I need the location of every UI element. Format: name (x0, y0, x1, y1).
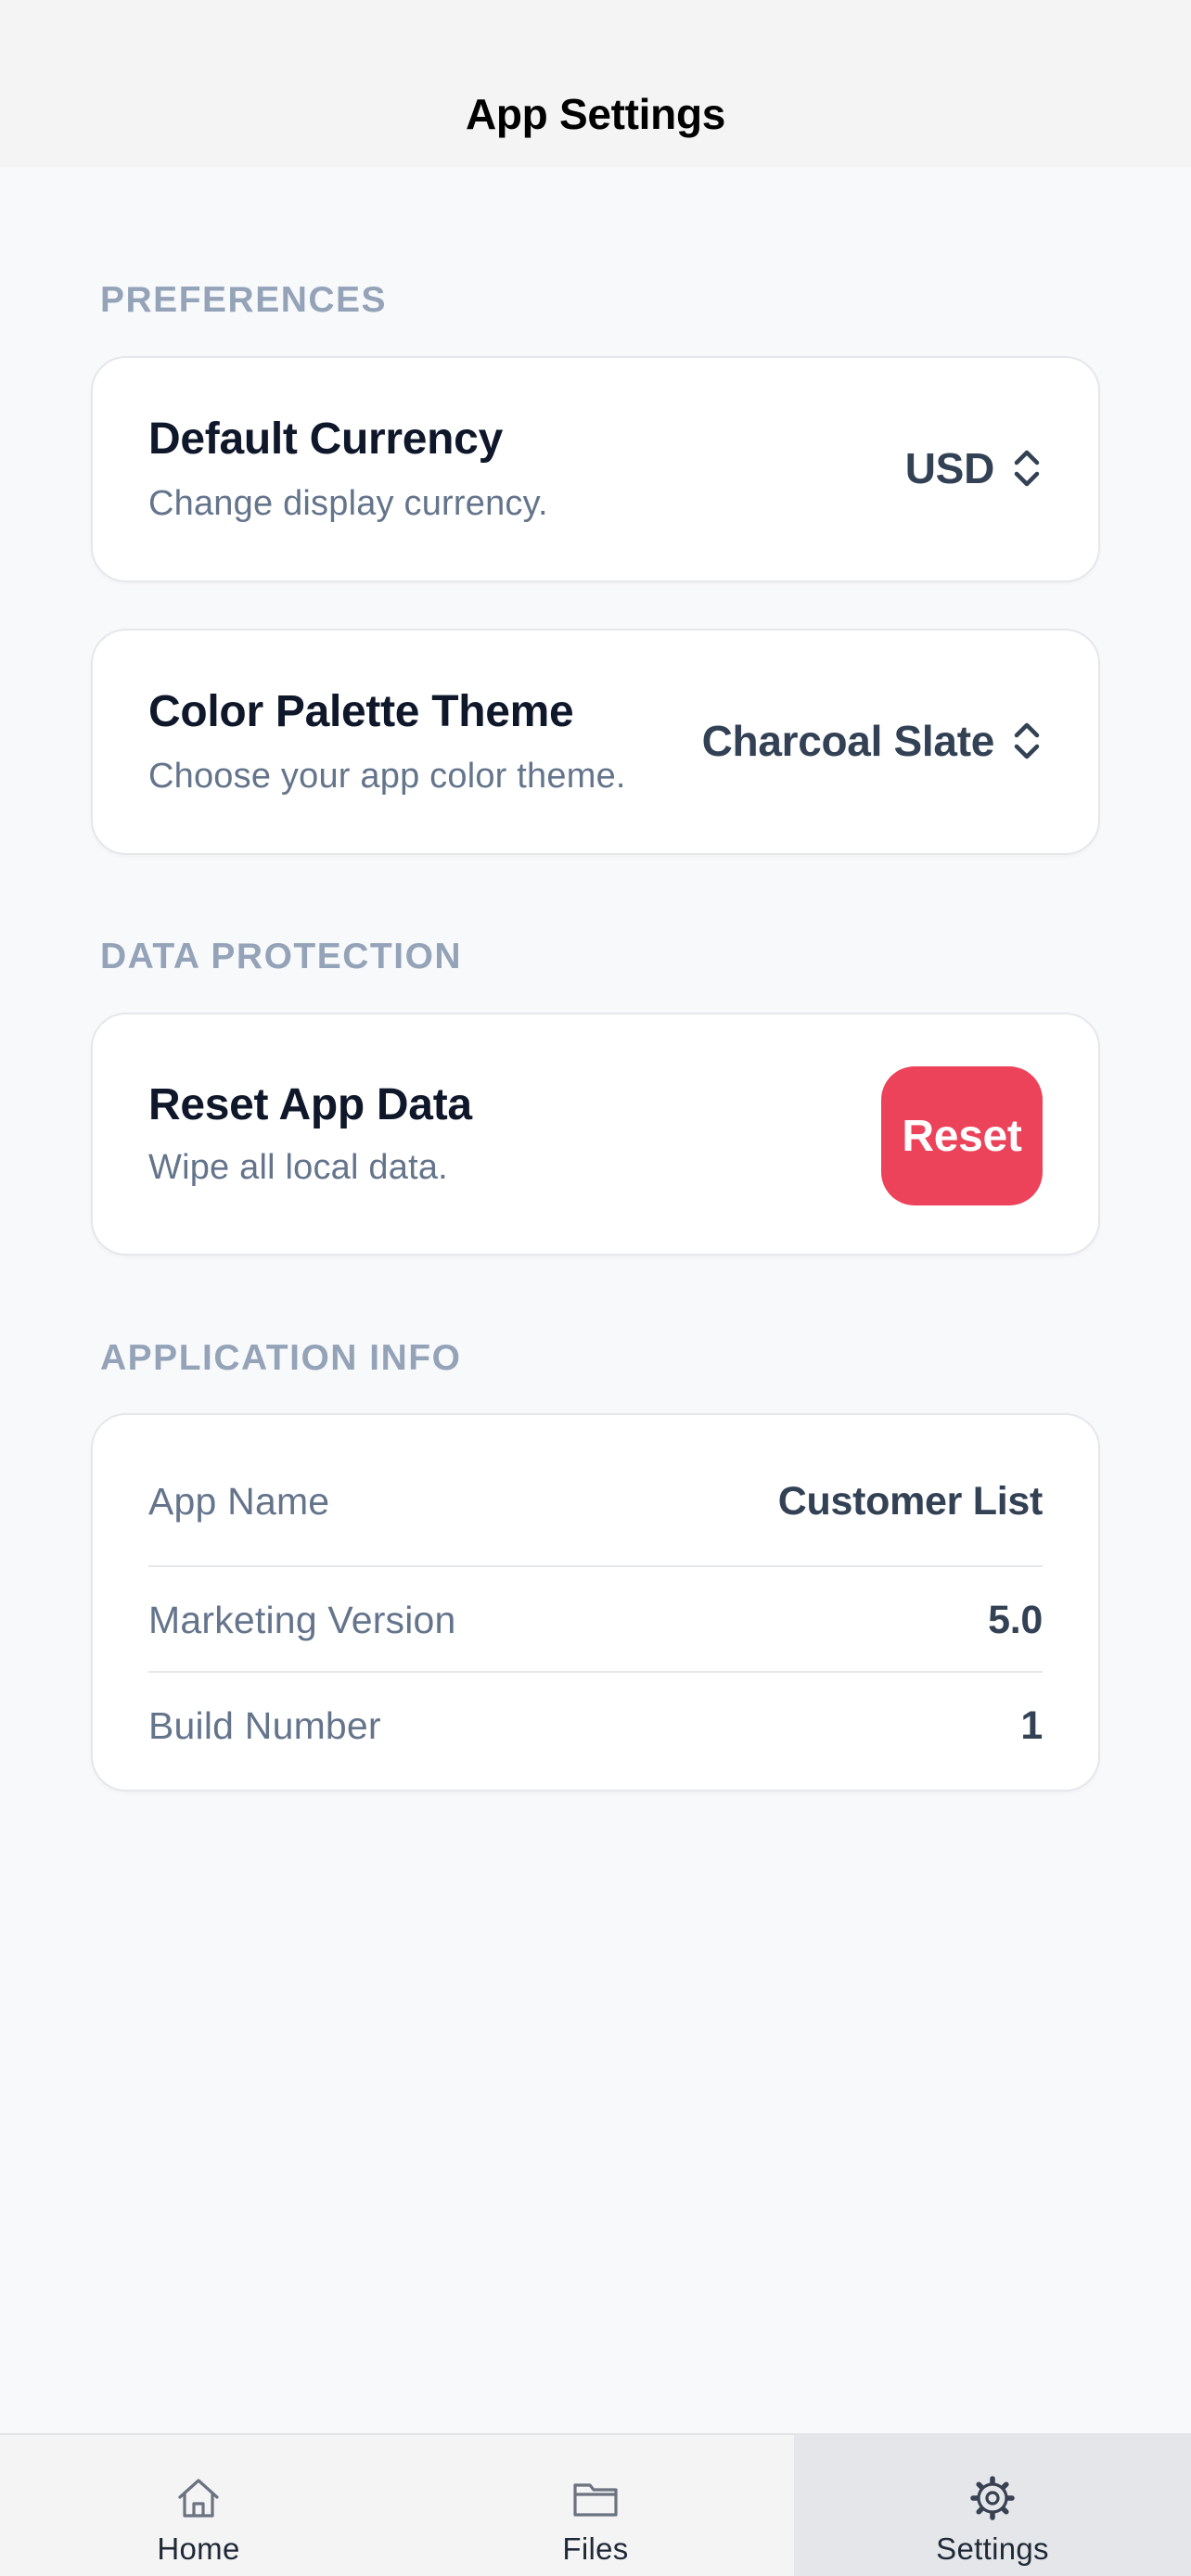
info-value: 1 (1020, 1702, 1043, 1748)
gear-icon (970, 2476, 1015, 2520)
info-row-build-number: Build Number 1 (148, 1673, 1043, 1779)
color-theme-subtitle: Choose your app color theme. (148, 757, 626, 796)
reset-data-card: Reset App Data Wipe all local data. Rese… (91, 1013, 1100, 1256)
info-row-app-name: App Name Customer List (148, 1448, 1043, 1554)
info-label: App Name (148, 1479, 330, 1523)
settings-screen: App Settings PREFERENCES Default Currenc… (0, 0, 1191, 2576)
tab-label: Settings (936, 2531, 1049, 2566)
currency-picker[interactable]: USD (905, 436, 1043, 501)
tab-label: Home (157, 2531, 240, 2566)
reset-button[interactable]: Reset (881, 1066, 1043, 1205)
default-currency-subtitle: Change display currency. (148, 484, 548, 523)
page-title: App Settings (465, 90, 726, 138)
theme-picker[interactable]: Charcoal Slate (702, 708, 1043, 773)
info-label: Build Number (148, 1703, 381, 1747)
reset-data-title: Reset App Data (148, 1080, 472, 1129)
tab-files[interactable]: Files (397, 2435, 794, 2576)
default-currency-title: Default Currency (148, 414, 503, 464)
home-icon (178, 2479, 219, 2518)
default-currency-card: Default Currency Change display currency… (91, 356, 1100, 582)
theme-picker-value: Charcoal Slate (701, 717, 995, 765)
section-header-preferences: PREFERENCES (100, 280, 388, 320)
color-theme-card: Color Palette Theme Choose your app colo… (91, 629, 1100, 855)
chevron-up-down-icon (1014, 450, 1040, 487)
navigation-bar: App Settings (0, 0, 1191, 167)
info-value: Customer List (777, 1478, 1044, 1524)
currency-picker-value: USD (904, 444, 995, 492)
info-value: 5.0 (988, 1597, 1043, 1642)
color-theme-title: Color Palette Theme (148, 687, 574, 736)
tab-home[interactable]: Home (0, 2435, 397, 2576)
section-header-data-protection: DATA PROTECTION (100, 937, 463, 976)
folder-icon (573, 2483, 618, 2517)
reset-data-subtitle: Wipe all local data. (148, 1148, 448, 1187)
info-row-marketing-version: Marketing Version 5.0 (148, 1567, 1043, 1673)
tab-settings[interactable]: Settings (794, 2435, 1191, 2576)
chevron-up-down-icon (1014, 722, 1040, 759)
tab-bar: Home Files Settings (0, 2433, 1191, 2576)
info-label: Marketing Version (148, 1598, 456, 1641)
section-header-application-info: APPLICATION INFO (100, 1338, 462, 1378)
application-info-card: App Name Customer List Marketing Version… (91, 1413, 1100, 1792)
tab-label: Files (562, 2531, 629, 2566)
